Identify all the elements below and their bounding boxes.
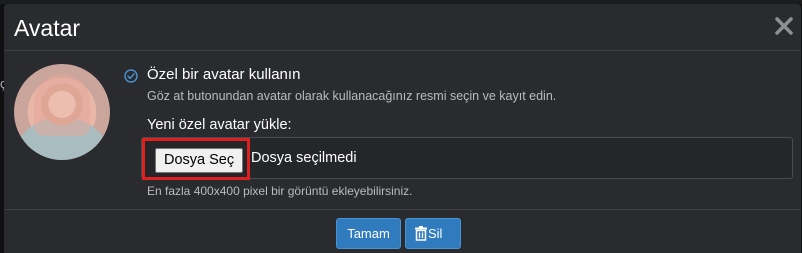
custom-avatar-title: Özel bir avatar kullanın — [147, 66, 301, 83]
file-status: Dosya seçilmedi — [251, 150, 357, 166]
upload-label: Yeni özel avatar yükle: — [147, 117, 292, 133]
modal-footer: Tamam Sil — [4, 209, 801, 253]
avatar-hair — [34, 74, 90, 136]
check-circle-icon — [124, 69, 138, 83]
size-hint: En fazla 400x400 pixel bir görüntü ekley… — [147, 184, 413, 198]
delete-button[interactable]: Sil — [405, 218, 461, 249]
ok-button[interactable]: Tamam — [336, 218, 401, 249]
choose-file-button[interactable]: Dosya Seç — [155, 148, 244, 173]
avatar-modal: Avatar Özel bir avatar kullanın Göz at b… — [4, 4, 801, 253]
file-input[interactable]: Dosya Seç Dosya seçilmedi — [141, 137, 793, 180]
close-button[interactable] — [773, 15, 795, 37]
trash-icon — [415, 226, 427, 241]
modal-header: Avatar — [4, 4, 801, 51]
modal-title: Avatar — [14, 15, 81, 41]
custom-avatar-description: Göz at butonundan avatar olarak kullanac… — [147, 89, 557, 103]
avatar-image — [14, 64, 110, 160]
delete-label: Sil — [428, 226, 443, 241]
close-icon — [775, 17, 793, 35]
